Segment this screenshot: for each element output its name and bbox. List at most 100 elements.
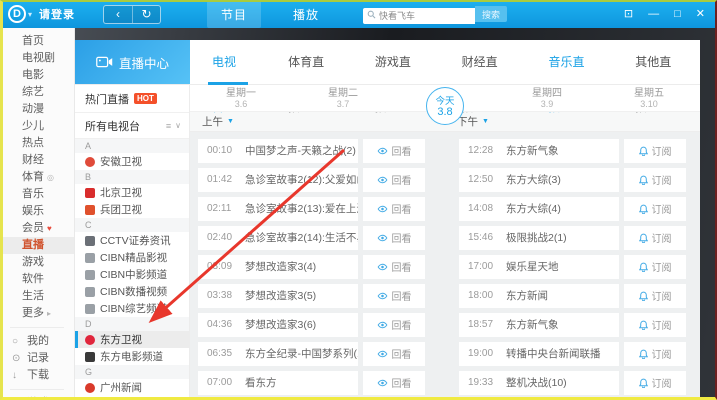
replay-button[interactable]: 回看 bbox=[363, 371, 425, 395]
hot-live-entry[interactable]: 热门直播 HOT bbox=[75, 85, 189, 113]
tab-play[interactable]: 播放 bbox=[279, 1, 333, 28]
program-entry[interactable]: 17:00娱乐星天地 bbox=[459, 255, 619, 279]
channel-item[interactable]: 东方电影频道 bbox=[75, 348, 189, 365]
channel-item[interactable]: CCTV证券资讯 bbox=[75, 232, 189, 249]
program-entry[interactable]: 18:57东方新气象 bbox=[459, 313, 619, 337]
program-entry[interactable]: 06:35东方全纪录-中国梦系列(1) bbox=[198, 342, 358, 366]
replay-button[interactable]: 回看 bbox=[363, 139, 425, 163]
subscribe-button[interactable]: 订阅 bbox=[624, 139, 686, 163]
sidebar-item-7[interactable]: 财经 bbox=[0, 152, 74, 169]
subscribe-button[interactable]: 订阅 bbox=[624, 342, 686, 366]
subscribe-button[interactable]: 订阅 bbox=[624, 226, 686, 250]
live-tab-2[interactable]: 游戏直播 bbox=[353, 40, 440, 85]
live-tab-5[interactable]: 其他直播 bbox=[613, 40, 700, 85]
login-link[interactable]: 请登录 bbox=[39, 6, 75, 22]
sidebar-item-16[interactable]: 更多▸ bbox=[0, 305, 74, 322]
subscribe-button[interactable]: 订阅 bbox=[624, 371, 686, 395]
search-button[interactable]: 搜索 bbox=[475, 6, 507, 22]
replay-button[interactable]: 回看 bbox=[363, 313, 425, 337]
channel-item[interactable]: 兵团卫视 bbox=[75, 201, 189, 218]
channel-item[interactable]: 广州新闻 bbox=[75, 379, 189, 396]
sidebar-item-1[interactable]: 电视剧 bbox=[0, 50, 74, 67]
sidebar-item-12[interactable]: 直播 bbox=[0, 237, 74, 254]
maximize-icon[interactable]: □ bbox=[674, 9, 681, 20]
replay-button[interactable]: 回看 bbox=[363, 197, 425, 221]
channel-item[interactable]: CIBN数播视频 bbox=[75, 283, 189, 300]
chevron-down-icon[interactable]: ∨ bbox=[175, 121, 181, 130]
list-view-icon[interactable]: ≡ bbox=[166, 121, 171, 131]
program-entry[interactable]: 02:40急诊室故事2(14):生活不易 bbox=[198, 226, 358, 250]
replay-button[interactable]: 回看 bbox=[363, 168, 425, 192]
replay-button[interactable]: 回看 bbox=[363, 284, 425, 308]
program-entry[interactable]: 03:38梦想改造家3(5) bbox=[198, 284, 358, 308]
sidebar-item-15[interactable]: 生活 bbox=[0, 288, 74, 305]
date-cell-2[interactable]: 今天3.8 bbox=[394, 85, 496, 111]
tab-programs[interactable]: 节目 bbox=[207, 1, 261, 28]
sidebar-item-14[interactable]: 软件 bbox=[0, 271, 74, 288]
nav-extra-0[interactable]: ⊟游戏 bbox=[0, 395, 74, 400]
app-logo-icon[interactable]: D bbox=[8, 5, 26, 23]
program-entry[interactable]: 12:28东方新气象 bbox=[459, 139, 619, 163]
program-entry[interactable]: 04:36梦想改造家3(6) bbox=[198, 313, 358, 337]
channel-item[interactable]: 东方卫视 bbox=[75, 331, 189, 348]
afternoon-section-header[interactable]: 下午 ▼ bbox=[445, 112, 700, 131]
program-entry[interactable]: 07:00看东方 bbox=[198, 371, 358, 395]
replay-button[interactable]: 回看 bbox=[363, 342, 425, 366]
back-icon[interactable]: ‹ bbox=[104, 6, 132, 23]
channel-item[interactable]: 北京卫视 bbox=[75, 184, 189, 201]
minimize-icon[interactable]: — bbox=[648, 9, 659, 20]
replay-button[interactable]: 回看 bbox=[363, 255, 425, 279]
sidebar-item-9[interactable]: 音乐 bbox=[0, 186, 74, 203]
subscribe-button[interactable]: 订阅 bbox=[624, 313, 686, 337]
sidebar-item-6[interactable]: 热点 bbox=[0, 135, 74, 152]
program-entry[interactable]: 15:46极限挑战2(1) bbox=[459, 226, 619, 250]
sidebar-item-10[interactable]: 娱乐 bbox=[0, 203, 74, 220]
all-channels-header[interactable]: 所有电视台 ≡ ∨ bbox=[75, 113, 189, 139]
sidebar-item-0[interactable]: 首页 bbox=[0, 33, 74, 50]
sidebar-item-5[interactable]: 少儿 bbox=[0, 118, 74, 135]
date-cell-4[interactable]: 星期五3.10 bbox=[598, 85, 700, 111]
program-entry[interactable]: 02:11急诊室故事2(13):爱在上海 bbox=[198, 197, 358, 221]
sidebar-item-8[interactable]: 体育◎ bbox=[0, 169, 74, 186]
settings-icon[interactable]: ⊡ bbox=[624, 9, 633, 20]
channel-item[interactable]: CIBN综艺频道 bbox=[75, 300, 189, 317]
program-entry[interactable]: 12:50东方大综(3) bbox=[459, 168, 619, 192]
channel-item[interactable]: 贵州卫视 bbox=[75, 396, 189, 400]
logo-caret-icon[interactable]: ▾ bbox=[28, 10, 32, 19]
subscribe-button[interactable]: 订阅 bbox=[624, 284, 686, 308]
live-tab-3[interactable]: 财经直播 bbox=[440, 40, 527, 85]
program-entry[interactable]: 14:08东方大综(4) bbox=[459, 197, 619, 221]
morning-section-header[interactable]: 上午 ▼ bbox=[190, 112, 445, 131]
program-entry[interactable]: 01:42急诊室故事2(12):父爱如山 bbox=[198, 168, 358, 192]
live-tab-1[interactable]: 体育直播 bbox=[266, 40, 353, 85]
subscribe-button[interactable]: 订阅 bbox=[624, 255, 686, 279]
nav-tool-0[interactable]: ○我的 bbox=[0, 333, 74, 350]
program-entry[interactable]: 18:00东方新闻 bbox=[459, 284, 619, 308]
date-cell-3[interactable]: 星期四3.9 bbox=[496, 85, 598, 111]
sidebar-item-3[interactable]: 综艺 bbox=[0, 84, 74, 101]
date-cell-0[interactable]: 星期一3.6 bbox=[190, 85, 292, 111]
channel-item[interactable]: CIBN精品影视 bbox=[75, 249, 189, 266]
close-icon[interactable]: ✕ bbox=[696, 9, 705, 20]
channel-item[interactable]: 安徽卫视 bbox=[75, 153, 189, 170]
sidebar-item-13[interactable]: 游戏 bbox=[0, 254, 74, 271]
program-entry[interactable]: 19:00转播中央台新闻联播 bbox=[459, 342, 619, 366]
today-circle[interactable]: 今天3.8 bbox=[426, 87, 464, 125]
subscribe-button[interactable]: 订阅 bbox=[624, 197, 686, 221]
program-entry[interactable]: 19:33整机决战(10) bbox=[459, 371, 619, 395]
nav-tool-2[interactable]: ↓下载 bbox=[0, 367, 74, 384]
search-input[interactable] bbox=[363, 8, 475, 24]
replay-button[interactable]: 回看 bbox=[363, 226, 425, 250]
sidebar-item-4[interactable]: 动漫 bbox=[0, 101, 74, 118]
live-tab-0[interactable]: 电视台 bbox=[190, 40, 266, 85]
sidebar-item-2[interactable]: 电影 bbox=[0, 67, 74, 84]
subscribe-button[interactable]: 订阅 bbox=[624, 168, 686, 192]
nav-tool-1[interactable]: ⊙记录 bbox=[0, 350, 74, 367]
sidebar-item-11[interactable]: 会员♥ bbox=[0, 220, 74, 237]
program-entry[interactable]: 00:10中国梦之声-天籁之战(2) bbox=[198, 139, 358, 163]
live-tab-4[interactable]: 音乐直播 bbox=[526, 40, 613, 85]
refresh-icon[interactable]: ↻ bbox=[132, 6, 160, 23]
date-cell-1[interactable]: 星期二3.7 bbox=[292, 85, 394, 111]
channel-item[interactable]: CIBN中影频道 bbox=[75, 266, 189, 283]
program-entry[interactable]: 03:09梦想改造家3(4) bbox=[198, 255, 358, 279]
